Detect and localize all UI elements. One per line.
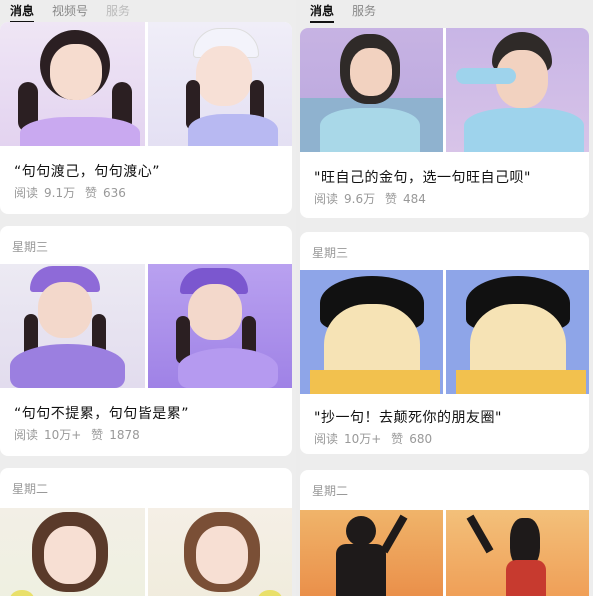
article-image [147, 264, 292, 388]
article-stats: 阅读 10万+ 赞 680 [314, 430, 438, 447]
tab-messages[interactable]: 消息 [310, 0, 335, 23]
tab-services[interactable]: 服务 [106, 0, 130, 19]
article-image [0, 508, 145, 596]
day-label: 星期三 [312, 246, 349, 260]
read-count: 10万+ [344, 432, 382, 446]
tab-messages[interactable]: 消息 [10, 0, 35, 23]
article-card[interactable]: 星期三 "抄一句！去颠死你的朋友圈" 阅读 10万+ 赞 680 [300, 232, 589, 454]
article-image [446, 28, 589, 152]
like-count: 680 [409, 432, 433, 446]
read-count: 10万+ [44, 428, 82, 442]
article-title: “句句渡己，句句渡心” [14, 164, 161, 180]
article-images [300, 28, 589, 152]
article-image [147, 22, 292, 146]
article-stats: 阅读 10万+ 赞 1878 [14, 426, 146, 443]
article-images [0, 264, 292, 388]
read-count: 9.6万 [344, 192, 376, 206]
article-image [446, 510, 589, 596]
read-label: 阅读 [314, 432, 339, 446]
article-stats: 阅读 9.1万 赞 636 [14, 184, 132, 201]
read-label: 阅读 [14, 186, 39, 200]
article-card[interactable]: "旺自己的金句，选一句旺自己呗" 阅读 9.6万 赞 484 [300, 28, 589, 218]
article-image [0, 264, 145, 388]
top-tabs: 消息 视频号 服务 [0, 0, 296, 24]
article-stats: 阅读 9.6万 赞 484 [314, 190, 432, 207]
right-screenshot: 消息 服务 "旺自己的金句，选一句旺自己呗" 阅读 9.6万 赞 484 星期三… [300, 0, 593, 596]
article-image [0, 22, 145, 146]
article-card[interactable]: 星期二 [300, 470, 589, 596]
like-label: 赞 [91, 428, 104, 442]
article-title: “句句不提累，句句皆是累” [14, 406, 190, 422]
tab-services[interactable]: 服务 [352, 0, 376, 19]
like-label: 赞 [384, 192, 397, 206]
article-image [446, 270, 589, 394]
left-screenshot: 消息 视频号 服务 “句句渡己，句句渡心” 阅读 9.1万 赞 636 星期三 … [0, 0, 296, 596]
like-count: 484 [402, 192, 426, 206]
article-title: "旺自己的金句，选一句旺自己呗" [314, 170, 531, 186]
tab-channels[interactable]: 视频号 [52, 0, 88, 19]
article-image [300, 28, 443, 152]
read-label: 阅读 [14, 428, 39, 442]
like-label: 赞 [391, 432, 404, 446]
day-label: 星期二 [312, 484, 349, 498]
article-card[interactable]: 星期三 “句句不提累，句句皆是累” 阅读 10万+ 赞 1878 [0, 226, 292, 456]
article-card[interactable]: “句句渡己，句句渡心” 阅读 9.1万 赞 636 [0, 22, 292, 214]
top-tabs: 消息 服务 [300, 0, 593, 24]
article-image [300, 510, 443, 596]
article-images [300, 270, 589, 394]
day-label: 星期二 [12, 482, 49, 496]
article-image [300, 270, 443, 394]
article-images [300, 510, 589, 596]
article-title: "抄一句！去颠死你的朋友圈" [314, 410, 502, 426]
article-image [147, 508, 292, 596]
like-label: 赞 [84, 186, 97, 200]
article-images [0, 22, 292, 146]
read-count: 9.1万 [44, 186, 76, 200]
like-count: 636 [102, 186, 126, 200]
day-label: 星期三 [12, 240, 49, 254]
article-images [0, 508, 292, 596]
article-card[interactable]: 星期二 [0, 468, 292, 596]
read-label: 阅读 [314, 192, 339, 206]
like-count: 1878 [109, 428, 140, 442]
